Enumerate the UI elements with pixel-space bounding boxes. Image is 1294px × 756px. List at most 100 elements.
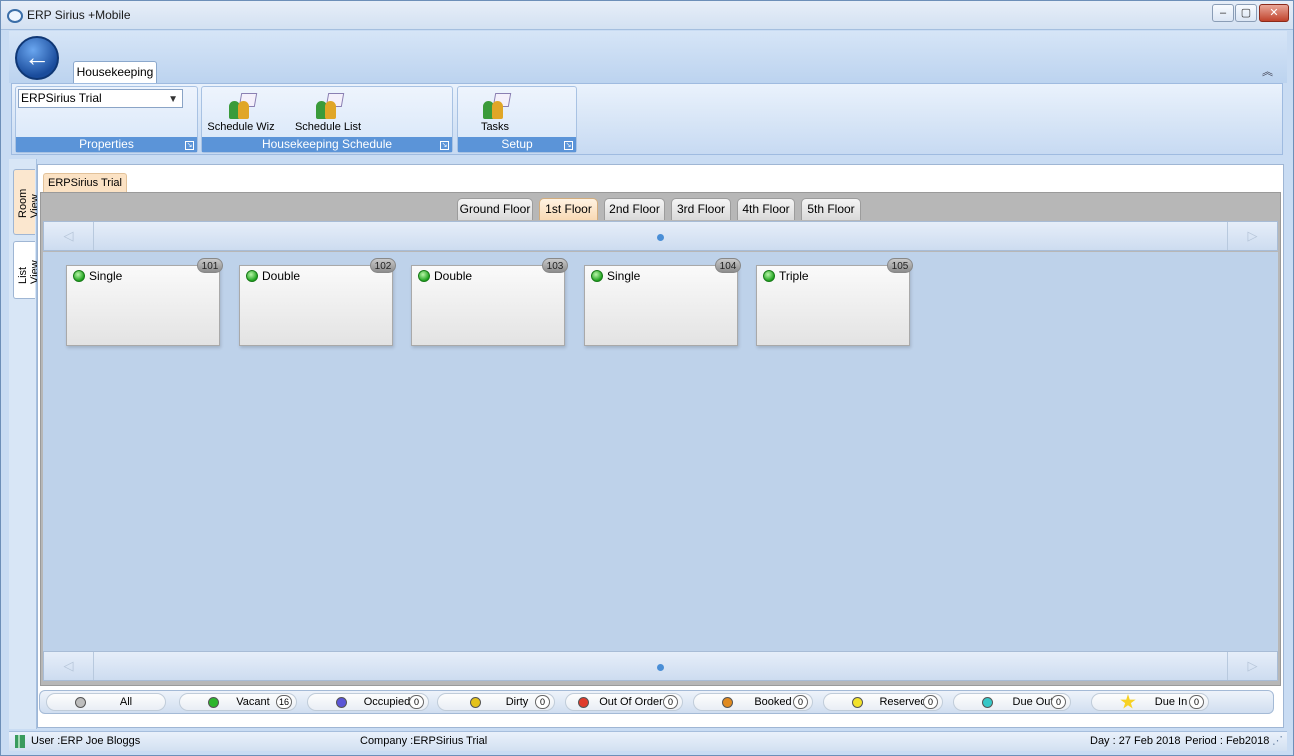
filter-label: Vacant bbox=[236, 696, 270, 708]
bottom-pager: ◁ ▷ bbox=[43, 651, 1278, 681]
room-number-badge: 102 bbox=[370, 258, 396, 273]
tab-room-view[interactable]: Room View bbox=[13, 169, 41, 235]
filter-dirty[interactable]: Dirty 0 bbox=[437, 693, 555, 711]
company-status: Company :ERPSirius Trial bbox=[360, 735, 488, 747]
user-status: User :ERP Joe Bloggs bbox=[31, 735, 141, 747]
reserved-status-icon bbox=[852, 697, 863, 708]
filter-all[interactable]: All bbox=[46, 693, 166, 711]
all-status-icon bbox=[75, 697, 86, 708]
tasks-people-icon bbox=[480, 93, 512, 119]
resize-grip-icon[interactable]: ⋰ bbox=[1272, 732, 1283, 751]
day-status: Day : 27 Feb 2018 bbox=[1090, 735, 1181, 747]
vacant-status-icon bbox=[246, 270, 258, 282]
room-type: Double bbox=[262, 269, 301, 283]
filter-count: 0 bbox=[409, 695, 424, 709]
filter-count: 0 bbox=[793, 695, 808, 709]
room-card[interactable]: Single 101 bbox=[66, 258, 223, 346]
tab-3rd-floor[interactable]: 3rd Floor bbox=[671, 198, 731, 220]
vacant-status-icon bbox=[208, 697, 219, 708]
tab-housekeeping[interactable]: Housekeeping bbox=[73, 61, 157, 84]
filter-occupied[interactable]: Occupied 0 bbox=[307, 693, 429, 711]
occupied-status-icon bbox=[336, 697, 347, 708]
filter-booked[interactable]: Booked 0 bbox=[693, 693, 813, 711]
app-logo-icon bbox=[7, 9, 23, 23]
setup-group-label: Setup ↘ bbox=[458, 137, 576, 152]
title-bar: ERP Sirius +Mobile – ▢ ✕ bbox=[1, 1, 1293, 30]
filter-label: Occupied bbox=[363, 696, 411, 708]
chevron-down-icon[interactable]: ▼ bbox=[168, 91, 178, 108]
room-card[interactable]: Double 102 bbox=[239, 258, 396, 346]
booked-status-icon bbox=[722, 697, 733, 708]
filter-out-of-order[interactable]: Out Of Order 0 bbox=[565, 693, 683, 711]
book-icon bbox=[15, 735, 25, 748]
next-page-icon[interactable]: ▷ bbox=[1227, 652, 1277, 680]
room-type: Single bbox=[89, 269, 123, 283]
filter-vacant[interactable]: Vacant 16 bbox=[179, 693, 297, 711]
room-number-badge: 104 bbox=[715, 258, 741, 273]
filter-label: Out Of Order bbox=[599, 696, 663, 708]
property-select[interactable]: ERPSirius Trial ▼ bbox=[18, 89, 183, 108]
filter-due-out[interactable]: Due Out 0 bbox=[953, 693, 1071, 711]
out-of-order-status-icon bbox=[578, 697, 589, 708]
tasks-label: Tasks bbox=[480, 121, 510, 133]
tab-ground-floor[interactable]: Ground Floor bbox=[457, 198, 533, 220]
tab-2nd-floor[interactable]: 2nd Floor bbox=[604, 198, 665, 220]
property-select-value: ERPSirius Trial bbox=[21, 91, 102, 105]
window-title: ERP Sirius +Mobile bbox=[27, 8, 131, 22]
room-type: Triple bbox=[779, 269, 809, 283]
back-button[interactable]: ← bbox=[15, 36, 59, 80]
close-button[interactable]: ✕ bbox=[1259, 4, 1289, 22]
star-icon bbox=[1120, 694, 1136, 709]
room-type: Double bbox=[434, 269, 473, 283]
top-pager: ◁ ▷ bbox=[43, 221, 1278, 251]
maximize-button[interactable]: ▢ bbox=[1235, 4, 1257, 22]
setup-group: Setup ↘ bbox=[457, 86, 577, 153]
room-number-badge: 101 bbox=[197, 258, 223, 273]
room-number-badge: 103 bbox=[542, 258, 568, 273]
room-card[interactable]: Double 103 bbox=[411, 258, 568, 346]
app-window: ERP Sirius +Mobile – ▢ ✕ ← Housekeeping … bbox=[0, 0, 1294, 756]
room-card[interactable]: Single 104 bbox=[584, 258, 741, 346]
vacant-status-icon bbox=[418, 270, 430, 282]
filter-count: 0 bbox=[663, 695, 678, 709]
room-card[interactable]: Triple 105 bbox=[756, 258, 913, 346]
room-number-badge: 105 bbox=[887, 258, 913, 273]
tab-1st-floor[interactable]: 1st Floor bbox=[539, 198, 598, 220]
properties-label: Properties bbox=[79, 137, 134, 151]
schedule-label: Housekeeping Schedule bbox=[261, 137, 393, 151]
schedule-list-label: Schedule List bbox=[294, 121, 362, 133]
dialog-launcher-icon[interactable]: ↘ bbox=[564, 141, 573, 150]
vacant-status-icon bbox=[73, 270, 85, 282]
filter-due-in[interactable]: Due In 0 bbox=[1091, 693, 1209, 711]
tab-4th-floor[interactable]: 4th Floor bbox=[737, 198, 795, 220]
period-status: Period : Feb2018 bbox=[1185, 735, 1270, 747]
setup-label: Setup bbox=[501, 137, 533, 151]
status-bar: User :ERP Joe Bloggs Company :ERPSirius … bbox=[9, 731, 1287, 751]
filter-count: 0 bbox=[923, 695, 938, 709]
collapse-ribbon-icon[interactable]: ︽ bbox=[1262, 63, 1273, 79]
tasks-button[interactable]: Tasks bbox=[477, 93, 513, 133]
filter-count: 0 bbox=[1051, 695, 1066, 709]
schedule-people-icon bbox=[226, 93, 258, 119]
filter-reserved[interactable]: Reserved 0 bbox=[823, 693, 943, 711]
schedule-people-icon bbox=[313, 93, 345, 119]
hazard-icon bbox=[470, 697, 481, 708]
prev-page-icon[interactable]: ◁ bbox=[44, 652, 94, 680]
filter-count: 0 bbox=[1189, 695, 1204, 709]
tab-erpsirius-trial[interactable]: ERPSirius Trial bbox=[43, 173, 127, 192]
page-indicator[interactable] bbox=[657, 234, 664, 241]
schedule-group-label: Housekeeping Schedule ↘ bbox=[202, 137, 452, 152]
dialog-launcher-icon[interactable]: ↘ bbox=[440, 141, 449, 150]
next-page-icon[interactable]: ▷ bbox=[1227, 222, 1277, 250]
tab-list-view[interactable]: List View bbox=[13, 241, 41, 299]
vacant-status-icon bbox=[591, 270, 603, 282]
schedule-list-button[interactable]: Schedule List bbox=[293, 93, 363, 133]
due-out-status-icon bbox=[982, 697, 993, 708]
tab-5th-floor[interactable]: 5th Floor bbox=[801, 198, 861, 220]
page-indicator[interactable] bbox=[657, 664, 664, 671]
prev-page-icon[interactable]: ◁ bbox=[44, 222, 94, 250]
dialog-launcher-icon[interactable]: ↘ bbox=[185, 141, 194, 150]
schedule-wiz-button[interactable]: Schedule Wiz bbox=[206, 93, 276, 133]
properties-group-label: Properties ↘ bbox=[16, 137, 197, 152]
minimize-button[interactable]: – bbox=[1212, 4, 1234, 22]
